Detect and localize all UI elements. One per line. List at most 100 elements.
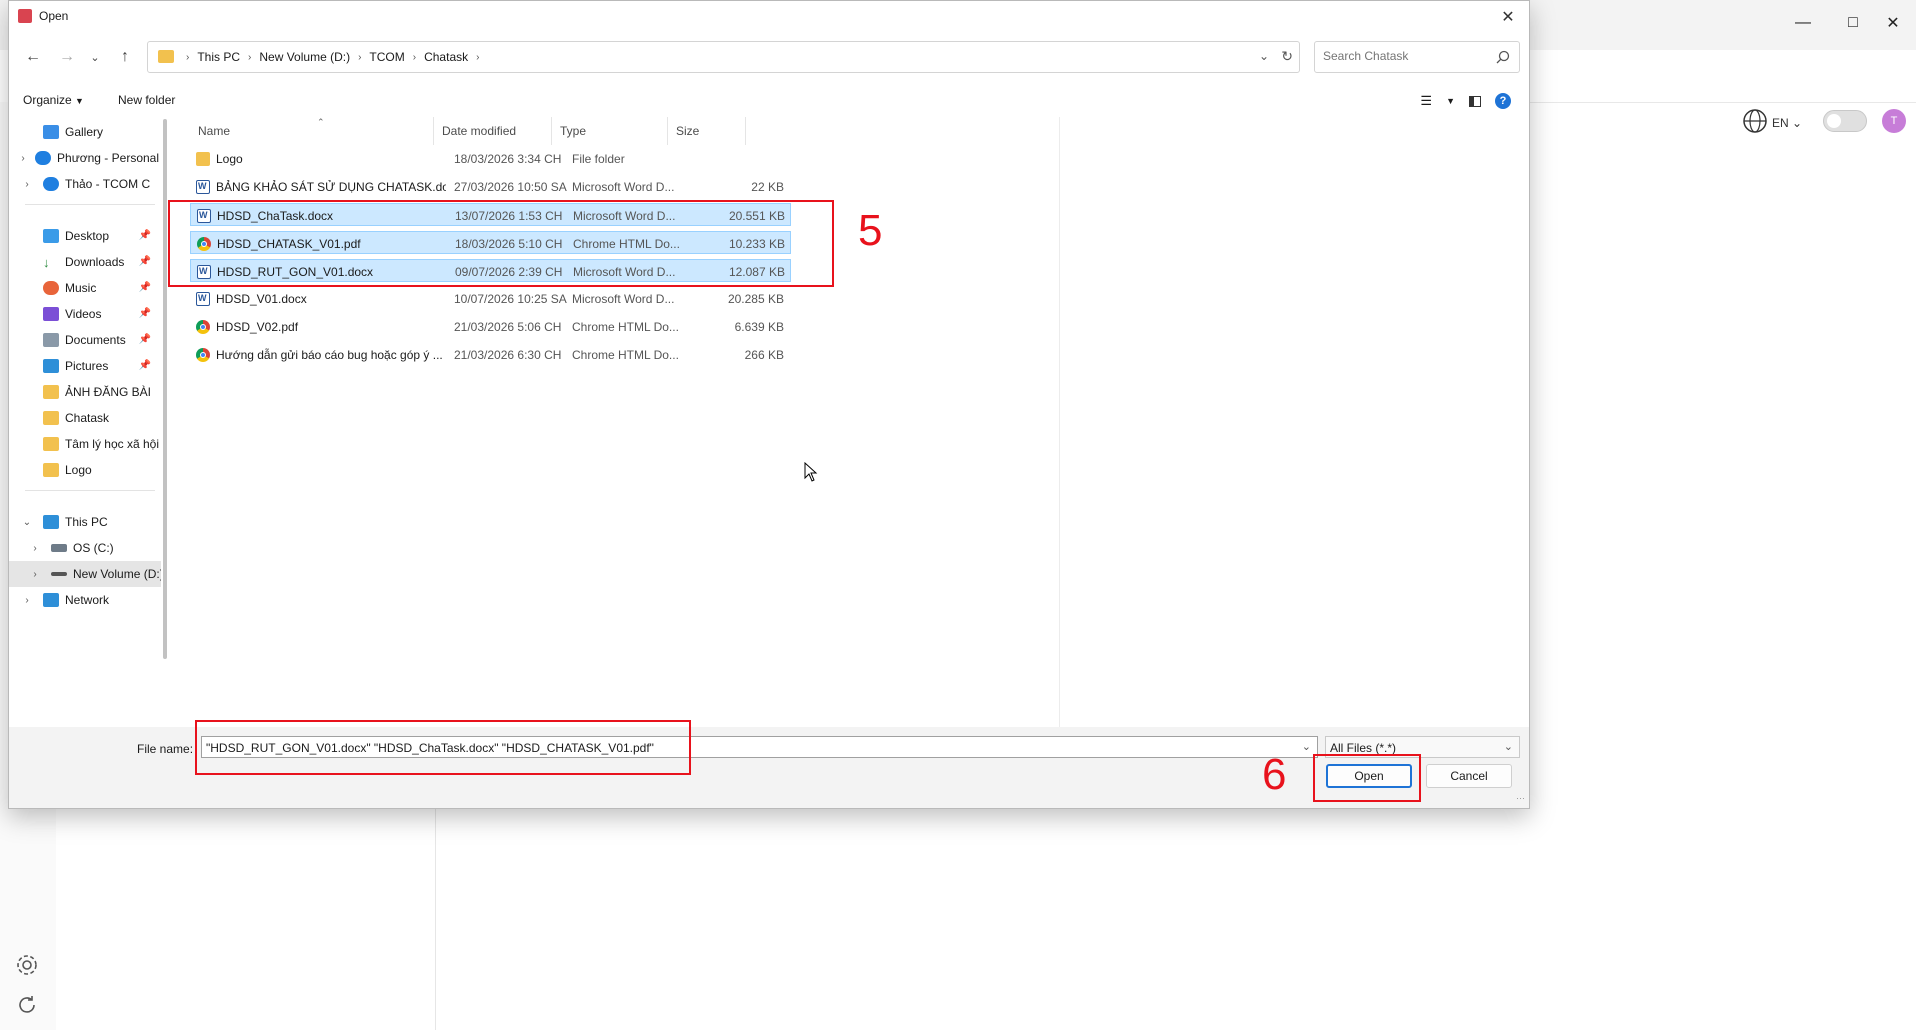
file-date: 21/03/2026 5:06 CH bbox=[454, 319, 562, 334]
nav-item-logo[interactable]: Logo bbox=[9, 457, 159, 483]
nav-item-tam-ly-hoc[interactable]: Tâm lý học xã hội bbox=[9, 431, 159, 457]
pictures-icon bbox=[43, 359, 59, 373]
chevron-right-icon[interactable]: › bbox=[19, 179, 35, 190]
file-row[interactable]: Hướng dẫn gửi báo cáo bug hoặc góp ý ...… bbox=[190, 343, 791, 366]
file-date: 21/03/2026 6:30 CH bbox=[454, 347, 562, 362]
search-input[interactable] bbox=[1321, 48, 1485, 64]
dialog-close-button[interactable]: ✕ bbox=[1493, 3, 1523, 31]
language-selector[interactable]: EN ⌄ bbox=[1772, 116, 1802, 130]
refresh-icon[interactable] bbox=[14, 992, 40, 1018]
globe-icon[interactable] bbox=[1742, 108, 1768, 134]
minimize-button[interactable]: — bbox=[1780, 8, 1826, 38]
chevron-right-icon: › bbox=[412, 51, 417, 63]
column-header-size[interactable]: Size bbox=[668, 117, 746, 145]
nav-item-label: OS (C:) bbox=[73, 541, 114, 555]
breadcrumb-new-volume[interactable]: New Volume (D:) bbox=[259, 50, 350, 64]
chevron-right-icon[interactable]: › bbox=[19, 153, 27, 164]
nav-item-os-c[interactable]: › OS (C:) bbox=[9, 535, 161, 561]
nav-item-music[interactable]: Music 📌 bbox=[9, 275, 159, 301]
chevron-down-icon[interactable]: ⌄ bbox=[19, 517, 35, 528]
nav-item-new-volume[interactable]: › New Volume (D:) bbox=[9, 561, 161, 587]
nav-item-onedrive-personal[interactable]: › Phương - Personal bbox=[9, 145, 159, 171]
nav-item-label: Thảo - TCOM C bbox=[65, 177, 151, 191]
nav-item-network[interactable]: › Network bbox=[9, 587, 159, 613]
chevron-right-icon[interactable]: › bbox=[27, 543, 43, 554]
forward-arrow-icon[interactable]: → bbox=[55, 45, 79, 69]
list-view-icon[interactable]: ☰ bbox=[1420, 93, 1432, 109]
nav-item-label: Network bbox=[65, 593, 110, 607]
theme-toggle[interactable] bbox=[1823, 110, 1867, 132]
nav-item-label: Music bbox=[65, 281, 97, 295]
annotation-number-6: 6 bbox=[1262, 750, 1287, 799]
nav-item-label: Chatask bbox=[65, 411, 110, 425]
file-size: 22 KB bbox=[751, 179, 784, 194]
search-box[interactable] bbox=[1314, 41, 1520, 73]
resize-grip-icon[interactable]: ⋯ bbox=[1516, 793, 1525, 804]
app-close-button[interactable]: ✕ bbox=[1870, 8, 1916, 38]
up-arrow-icon[interactable]: ↑ bbox=[113, 45, 137, 69]
chrome-document-icon bbox=[196, 319, 210, 334]
file-row[interactable]: HDSD_V02.pdf 21/03/2026 5:06 CH Chrome H… bbox=[190, 315, 791, 338]
nav-item-gallery[interactable]: Gallery bbox=[9, 119, 159, 145]
file-name: Logo bbox=[216, 151, 243, 166]
chevron-right-icon: › bbox=[358, 51, 362, 63]
chevron-right-icon[interactable]: › bbox=[27, 569, 43, 580]
back-arrow-icon[interactable]: ← bbox=[21, 45, 45, 69]
nav-divider bbox=[25, 490, 155, 491]
download-icon: ↓ bbox=[43, 255, 50, 270]
nav-item-documents[interactable]: Documents 📌 bbox=[9, 327, 159, 353]
address-bar[interactable]: › This PC › New Volume (D:) › TCOM › Cha… bbox=[147, 41, 1300, 73]
nav-item-onedrive-tcom[interactable]: › Thảo - TCOM C bbox=[9, 171, 159, 197]
nav-item-anh-dang-bai[interactable]: ẢNH ĐĂNG BÀI bbox=[9, 379, 159, 405]
open-file-dialog: Open ✕ ← → ⌄ ↑ › This PC › New Volume (D… bbox=[8, 0, 1530, 809]
navigation-scrollbar[interactable] bbox=[163, 119, 167, 659]
nav-item-label: New Volume (D:) bbox=[73, 567, 161, 581]
refresh-icon[interactable]: ↻ bbox=[1281, 48, 1293, 65]
annotation-box-open bbox=[1313, 754, 1421, 802]
chevron-down-icon[interactable]: ⌄ bbox=[1259, 49, 1269, 63]
navigation-row: ← → ⌄ ↑ › This PC › New Volume (D:) › TC… bbox=[9, 37, 1529, 77]
gallery-icon bbox=[43, 125, 59, 139]
pin-icon: 📌 bbox=[138, 334, 151, 345]
caret-down-icon[interactable]: ▼ bbox=[1446, 96, 1455, 106]
nav-item-label: Gallery bbox=[65, 125, 104, 139]
breadcrumb: › This PC › New Volume (D:) › TCOM › Cha… bbox=[178, 50, 487, 64]
nav-item-downloads[interactable]: ↓ Downloads 📌 bbox=[9, 249, 159, 275]
breadcrumb-this-pc[interactable]: This PC bbox=[197, 50, 240, 64]
nav-item-videos[interactable]: Videos 📌 bbox=[9, 301, 159, 327]
pin-icon: 📌 bbox=[138, 308, 151, 319]
avatar[interactable]: T bbox=[1882, 109, 1906, 133]
pc-icon bbox=[43, 515, 59, 529]
breadcrumb-chatask[interactable]: Chatask bbox=[424, 50, 468, 64]
help-icon[interactable]: ? bbox=[1495, 93, 1511, 109]
file-row[interactable]: HDSD_V01.docx 10/07/2026 10:25 SA Micros… bbox=[190, 287, 791, 310]
nav-item-pictures[interactable]: Pictures 📌 bbox=[9, 353, 159, 379]
column-header-date[interactable]: Date modified bbox=[434, 117, 552, 145]
view-controls: ☰ ▼ ? bbox=[1420, 93, 1511, 109]
nav-item-label: This PC bbox=[65, 515, 108, 529]
gear-icon[interactable] bbox=[14, 952, 40, 978]
organize-button[interactable]: Organize ▼ bbox=[23, 93, 84, 107]
file-row[interactable]: Logo 18/03/2026 3:34 CH File folder bbox=[190, 147, 791, 170]
network-icon bbox=[43, 593, 59, 607]
folder-icon bbox=[43, 385, 59, 399]
breadcrumb-tcom[interactable]: TCOM bbox=[369, 50, 404, 64]
chevron-down-icon[interactable]: ⌄ bbox=[1302, 740, 1311, 753]
nav-item-this-pc[interactable]: ⌄ This PC bbox=[9, 509, 159, 535]
onedrive-icon bbox=[43, 177, 59, 191]
chevron-right-icon[interactable]: › bbox=[19, 595, 35, 606]
column-header-name[interactable]: Name bbox=[190, 117, 434, 145]
dialog-title: Open bbox=[39, 9, 69, 23]
file-row[interactable]: BẢNG KHẢO SÁT SỬ DỤNG CHATASK.docx 27/03… bbox=[190, 175, 791, 198]
caret-down-icon: ▼ bbox=[75, 96, 84, 106]
column-header-type[interactable]: Type bbox=[552, 117, 668, 145]
recent-chevron-icon[interactable]: ⌄ bbox=[83, 45, 107, 69]
nav-item-label: Tâm lý học xã hội bbox=[64, 437, 159, 451]
nav-item-desktop[interactable]: Desktop 📌 bbox=[9, 223, 159, 249]
new-folder-button[interactable]: New folder bbox=[118, 93, 175, 107]
preview-pane-icon[interactable] bbox=[1469, 95, 1481, 107]
language-label: EN bbox=[1772, 116, 1789, 130]
file-size: 20.285 KB bbox=[727, 291, 784, 306]
nav-item-chatask[interactable]: Chatask bbox=[9, 405, 159, 431]
cancel-button[interactable]: Cancel bbox=[1426, 764, 1512, 788]
